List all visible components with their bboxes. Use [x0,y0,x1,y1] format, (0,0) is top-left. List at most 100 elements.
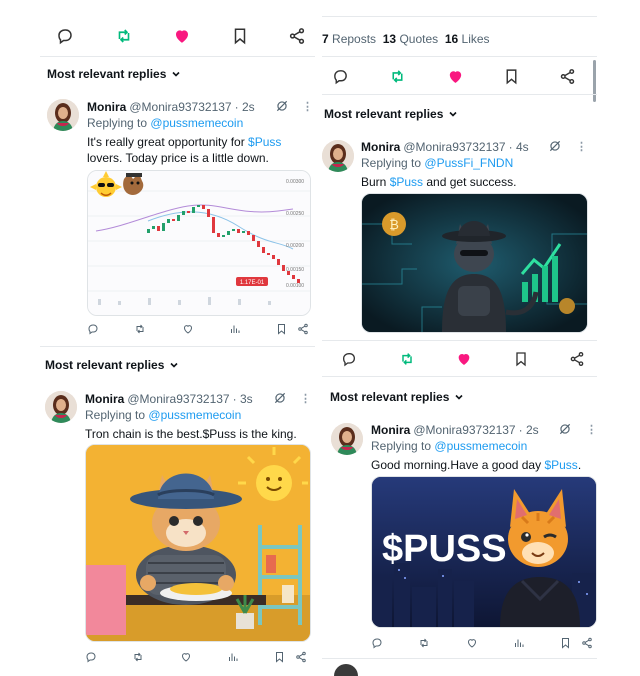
tweet-text: Tron chain is the best.$Puss is the king… [85,427,297,441]
axis-label: 0.00250 [286,211,304,217]
author-handle[interactable]: @Monira93732137 [129,100,231,114]
more-options-icon[interactable]: ⋮ [576,140,587,153]
tweet-image-cat-cowboy[interactable] [85,444,311,642]
replying-to-link[interactable]: @pussmemecoin [148,408,241,422]
grok-icon[interactable] [275,99,289,118]
bookmark-icon[interactable] [274,651,285,663]
repost-icon[interactable] [418,637,430,649]
axis-label: 0.00100 [286,283,304,289]
repost-icon[interactable] [399,351,415,367]
like-icon[interactable] [173,27,191,45]
replying-to-line: Replying to @pussmemecoin [85,408,241,422]
cashtag-link[interactable]: $Puss [248,135,281,149]
candle [267,253,270,255]
repost-icon[interactable] [132,651,144,663]
bookmark-icon[interactable] [232,27,248,45]
share-icon[interactable] [569,351,585,367]
views-icon[interactable] [513,637,525,649]
author-handle[interactable]: @Monira93732137 [127,392,229,406]
author-name[interactable]: Monira [85,392,124,406]
like-icon[interactable] [456,351,472,367]
likes-count[interactable]: 16 [445,32,458,46]
bookmark-share-group [276,323,309,335]
most-relevant-replies-dropdown[interactable]: Most relevant replies [330,390,464,404]
replying-to-link[interactable]: @PussFi_FNDN [424,156,513,170]
tweet-image-puss-logo[interactable]: $PUSS [371,476,597,628]
candle [252,235,255,241]
scrollbar-thumb[interactable] [593,60,596,102]
quotes-count[interactable]: 13 [383,32,396,46]
likes-label[interactable]: Likes [462,32,490,46]
bookmark-icon[interactable] [276,323,287,335]
tweet-text-segment: It's really great opportunity for [87,135,249,149]
reposts-count[interactable]: 7 [322,32,329,46]
divider [322,658,597,659]
author-handle[interactable]: @Monira93732137 [413,423,515,437]
grok-icon[interactable] [273,391,287,410]
bookmark-icon[interactable] [504,68,519,85]
candle [247,231,250,235]
repost-icon[interactable] [389,68,406,85]
avatar[interactable] [331,423,363,455]
like-icon[interactable] [180,651,192,663]
author-handle[interactable]: @Monira93732137 [403,140,505,154]
grok-icon[interactable] [548,139,562,158]
replying-to-label: Replying to [85,408,146,422]
author-name[interactable]: Monira [361,140,400,154]
divider [40,56,315,57]
like-icon[interactable] [447,68,464,85]
author-name[interactable]: Monira [87,100,126,114]
chevron-down-icon [170,362,178,368]
avatar[interactable] [322,140,354,172]
quotes-label[interactable]: Quotes [399,32,438,46]
reply-icon[interactable] [85,651,97,663]
avatar[interactable] [47,99,79,131]
bookmark-icon[interactable] [560,637,571,649]
candle [147,229,150,233]
share-icon[interactable] [559,68,576,85]
share-icon[interactable] [581,637,593,649]
replying-to-link[interactable]: @pussmemecoin [150,116,243,130]
avatar[interactable] [45,391,77,423]
reply-icon[interactable] [56,27,74,45]
like-icon[interactable] [466,637,478,649]
chevron-down-icon [172,71,180,77]
reply-icon[interactable] [341,351,357,367]
reposts-label[interactable]: Reposts [332,32,376,46]
reply-icon[interactable] [371,637,383,649]
most-relevant-replies-dropdown[interactable]: Most relevant replies [47,67,181,81]
views-icon[interactable] [227,651,239,663]
replying-to-line: Replying to @pussmemecoin [371,439,527,453]
tweet-image-price-chart[interactable]: 1.17E-01 0.00300 0.00250 0.00200 0.00150… [87,170,311,316]
tweet-image-cyber-cat[interactable]: ₿ [361,193,588,333]
candle [167,219,170,223]
reply-icon[interactable] [87,323,99,335]
right-top-action-bar [332,66,576,86]
most-relevant-replies-dropdown[interactable]: Most relevant replies [324,107,458,121]
share-icon[interactable] [288,27,306,45]
share-icon[interactable] [297,323,309,335]
tweet-time[interactable]: · 3s [233,392,253,406]
tweet-time[interactable]: · 2s [519,423,539,437]
repost-icon[interactable] [115,27,133,45]
replying-to-link[interactable]: @pussmemecoin [434,439,527,453]
tweet-action-bar [341,350,585,368]
more-options-icon[interactable]: ⋮ [586,423,597,436]
most-relevant-replies-dropdown[interactable]: Most relevant replies [45,358,179,372]
divider [322,56,597,57]
cashtag-link[interactable]: $Puss [390,175,423,189]
views-icon[interactable] [229,323,241,335]
like-icon[interactable] [182,323,194,335]
cashtag-link[interactable]: $Puss [544,458,577,472]
tweet-time[interactable]: · 4s [509,140,529,154]
more-options-icon[interactable]: ⋮ [302,100,313,113]
share-icon[interactable] [295,651,307,663]
more-options-icon[interactable]: ⋮ [300,392,311,405]
grok-icon[interactable] [558,422,572,441]
repost-icon[interactable] [134,323,146,335]
author-name[interactable]: Monira [371,423,410,437]
candle [192,207,195,213]
bookmark-icon[interactable] [514,351,528,367]
tweet-time[interactable]: · 2s [235,100,255,114]
reply-icon[interactable] [332,68,349,85]
